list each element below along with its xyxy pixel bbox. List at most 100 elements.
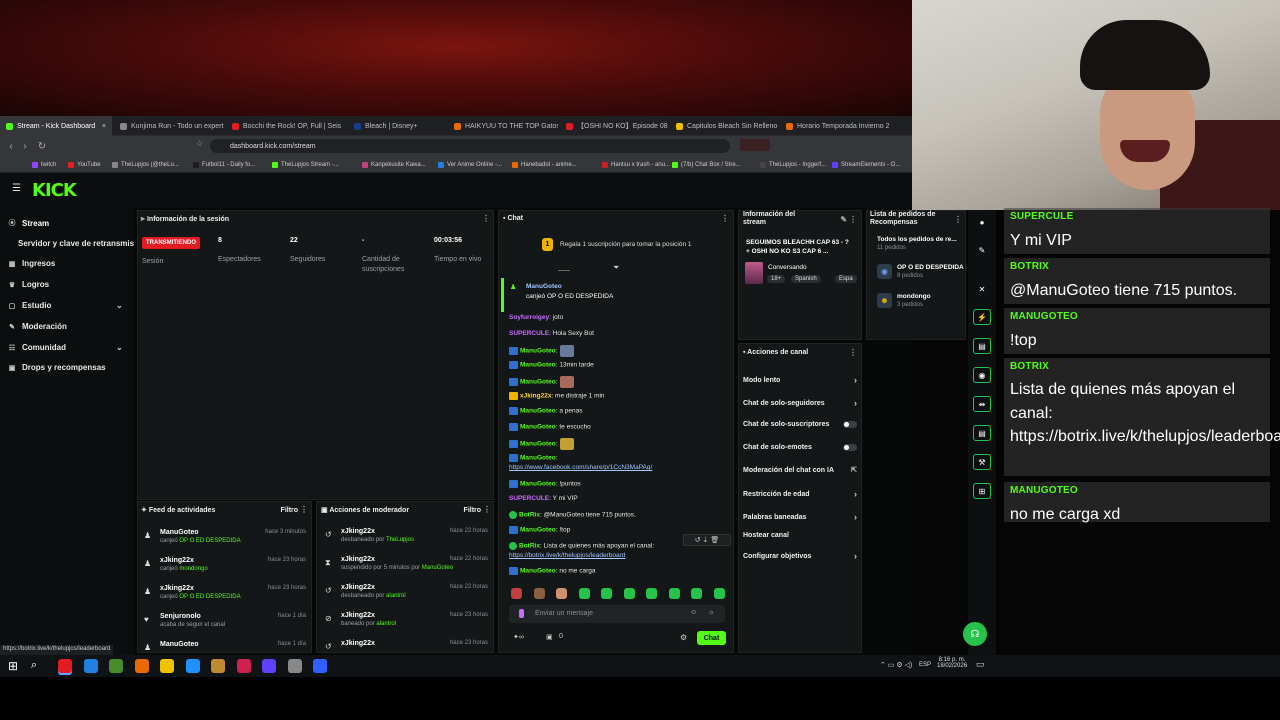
activity-user[interactable]: xJking22x — [160, 557, 194, 564]
browser-tab[interactable]: Stream - Kick Dashboard × — [0, 116, 112, 136]
browser-tab[interactable]: HAIKYUU TO THE TOP Gatos co — [448, 116, 558, 136]
taskbar-app-icon[interactable] — [262, 659, 276, 673]
taskbar-app-icon[interactable] — [109, 659, 123, 673]
points-icon[interactable]: ✦∞ — [513, 633, 524, 641]
taskbar-app-icon[interactable] — [236, 659, 251, 673]
taskbar-app-icon[interactable] — [83, 659, 98, 673]
chat-username[interactable]: ManuGoteo — [520, 362, 556, 369]
reward-name[interactable]: OP O ED DESPEDIDA — [897, 264, 965, 271]
bookmark-item[interactable]: TheLupjos Stream -... — [272, 156, 339, 173]
mod-action-user[interactable]: xJking22x — [341, 528, 375, 535]
edit-icon[interactable]: ✎ — [840, 215, 847, 224]
filter-icon[interactable]: ⏷ — [613, 263, 619, 273]
taskbar-app-icon[interactable] — [287, 659, 302, 673]
channel-action-row[interactable]: Chat de solo-seguidores › — [743, 398, 857, 408]
mod-action-user[interactable]: xJking22x — [341, 612, 375, 619]
tool-strip-icon[interactable]: ⊞ — [973, 483, 991, 499]
session-menu-icon[interactable]: ⋮ — [482, 214, 490, 223]
bookmark-item[interactable]: StreamElements - O... — [832, 156, 900, 173]
emote-button[interactable] — [556, 588, 567, 599]
emote-button[interactable] — [668, 588, 680, 599]
sidebar-item[interactable]: Servidor y clave de retransmisión — [18, 239, 146, 248]
bookmark-item[interactable]: Hantsu x trash - anu... — [602, 156, 670, 173]
tool-strip-icon[interactable]: ✎ — [973, 242, 991, 258]
stream-tag[interactable]: Spanish — [791, 275, 821, 283]
sidebar-item[interactable]: ♛ Logros — [8, 280, 49, 289]
search-icon[interactable]: ⌕ — [31, 659, 37, 672]
menu-icon[interactable]: ☰ — [12, 184, 22, 194]
mod-menu-icon[interactable]: ⋮ — [483, 505, 491, 514]
channel-action-row[interactable]: Restricción de edad › — [743, 489, 857, 499]
chat-settings-icon[interactable]: ⚙ — [680, 633, 687, 642]
bookmark-item[interactable]: (7/b) Chat Box / Stre... — [672, 156, 741, 173]
chat-username[interactable]: SUPERCULE — [509, 330, 549, 337]
emote-picker-icon[interactable]: ☺ — [690, 609, 697, 616]
bookmark-item[interactable]: TheLupjos - Inggerf... — [760, 156, 826, 173]
chat-username[interactable]: ManuGoteo — [520, 424, 556, 431]
browser-tab[interactable]: Capitulos Bleach Sin Relleno y — [670, 116, 778, 136]
taskbar-app-icon[interactable] — [185, 659, 200, 673]
chat-username[interactable]: BotRix — [519, 543, 540, 550]
tool-strip-icon[interactable]: ▤ — [973, 425, 991, 441]
support-icon[interactable]: ☊ — [963, 622, 987, 646]
bookmark-item[interactable]: twitch — [32, 156, 56, 173]
store-icon[interactable]: ▣ — [546, 633, 553, 641]
emote-button[interactable] — [578, 588, 590, 599]
tool-strip-icon[interactable]: ⚡ — [973, 309, 991, 325]
browser-tab[interactable]: Bocchi the Rock! OP, Full | Seis — [226, 116, 346, 136]
chat-username[interactable]: ManuGoteo — [520, 481, 556, 488]
channel-action-row[interactable]: Chat de solo-suscriptores — [743, 421, 857, 428]
tool-strip-icon[interactable]: ▤ — [973, 338, 991, 354]
tab-close-icon[interactable]: × — [102, 123, 106, 130]
chat-username[interactable]: ManuGoteo — [520, 527, 556, 534]
bookmark-item[interactable]: Ver Anime Online -... — [438, 156, 502, 173]
sidebar-item[interactable]: ▢ Estudio ⌄ — [8, 301, 123, 310]
chat-username[interactable]: Soyfurroigey — [509, 314, 549, 321]
message-actions[interactable]: ↺ ⇣ 🗑 — [683, 534, 731, 546]
browser-tab[interactable]: Kunjima Run - Todo un expert — [114, 116, 224, 136]
toggle-switch[interactable] — [843, 421, 857, 428]
sidebar-item[interactable]: ☷ Comunidad ⌄ — [8, 343, 123, 352]
bookmark-star-icon[interactable]: ☆ — [196, 139, 203, 148]
mod-filter-button[interactable]: Filtro — [464, 507, 482, 514]
browser-tab[interactable]: Horario Temporada Invierno 2 — [780, 116, 890, 136]
channel-actions-menu-icon[interactable]: ⋮ — [849, 348, 857, 357]
emote-button[interactable] — [511, 588, 522, 599]
bookmark-item[interactable]: TheLupjos (@theLu... — [112, 156, 179, 173]
browser-tab[interactable]: 【OSHI NO KO】Episode 08 - Vi — [560, 116, 668, 136]
chat-link[interactable]: https://botrix.live/k/thelupjos/leaderbo… — [509, 552, 625, 559]
clock[interactable]: 8:16 p. m. 18/02/2026 — [937, 657, 967, 669]
sidebar-item[interactable]: ⦿ Stream — [8, 218, 50, 228]
mod-action-user[interactable]: xJking22x — [341, 640, 375, 647]
taskbar-app-icon[interactable] — [134, 659, 149, 673]
taskbar-app-icon[interactable] — [58, 659, 72, 673]
emote-button[interactable] — [646, 588, 657, 599]
bookmark-item[interactable]: YouTube — [68, 156, 101, 173]
channel-action-row[interactable]: Configurar objetivos › — [743, 551, 857, 561]
stream-tag[interactable]: 18+ — [767, 275, 786, 283]
url-input[interactable]: dashboard.kick.com/stream — [210, 139, 730, 153]
bookmark-item[interactable]: Hanebadol - anime... — [512, 156, 577, 173]
browser-tab[interactable]: Bleach | Disney+ — [348, 116, 446, 136]
activity-filter-button[interactable]: Filtro — [281, 507, 299, 514]
back-icon[interactable]: ‹ — [4, 136, 18, 156]
sidebar-item[interactable]: ▣ Drops y recompensas — [8, 363, 106, 372]
sidebar-item[interactable]: ▦ Ingresos — [8, 259, 56, 268]
extension-icon[interactable] — [740, 139, 770, 151]
activity-user[interactable]: ManuGoteo — [160, 641, 199, 648]
emote-button[interactable] — [601, 588, 612, 599]
settings-small-icon[interactable]: ☼ — [708, 609, 714, 616]
sidebar-item[interactable]: ✎ Moderación — [8, 322, 67, 331]
tool-strip-icon[interactable]: ✕ — [973, 281, 991, 297]
emote-button[interactable] — [533, 588, 545, 599]
tool-strip-icon[interactable]: ⇹ — [973, 396, 991, 412]
channel-action-row[interactable]: Chat de solo-emotes — [743, 444, 857, 451]
emote-button[interactable] — [691, 588, 702, 599]
chat-username[interactable]: ManuGoteo — [520, 441, 556, 448]
rewards-menu-icon[interactable]: ⋮ — [954, 215, 962, 224]
channel-action-row[interactable]: Palabras baneadas › — [743, 512, 857, 522]
tool-strip-icon[interactable]: ◉ — [973, 367, 991, 383]
notifications-icon[interactable]: ▭ — [976, 659, 985, 670]
emote-button[interactable] — [623, 588, 635, 599]
chat-username[interactable]: ManuGoteo — [520, 379, 556, 386]
